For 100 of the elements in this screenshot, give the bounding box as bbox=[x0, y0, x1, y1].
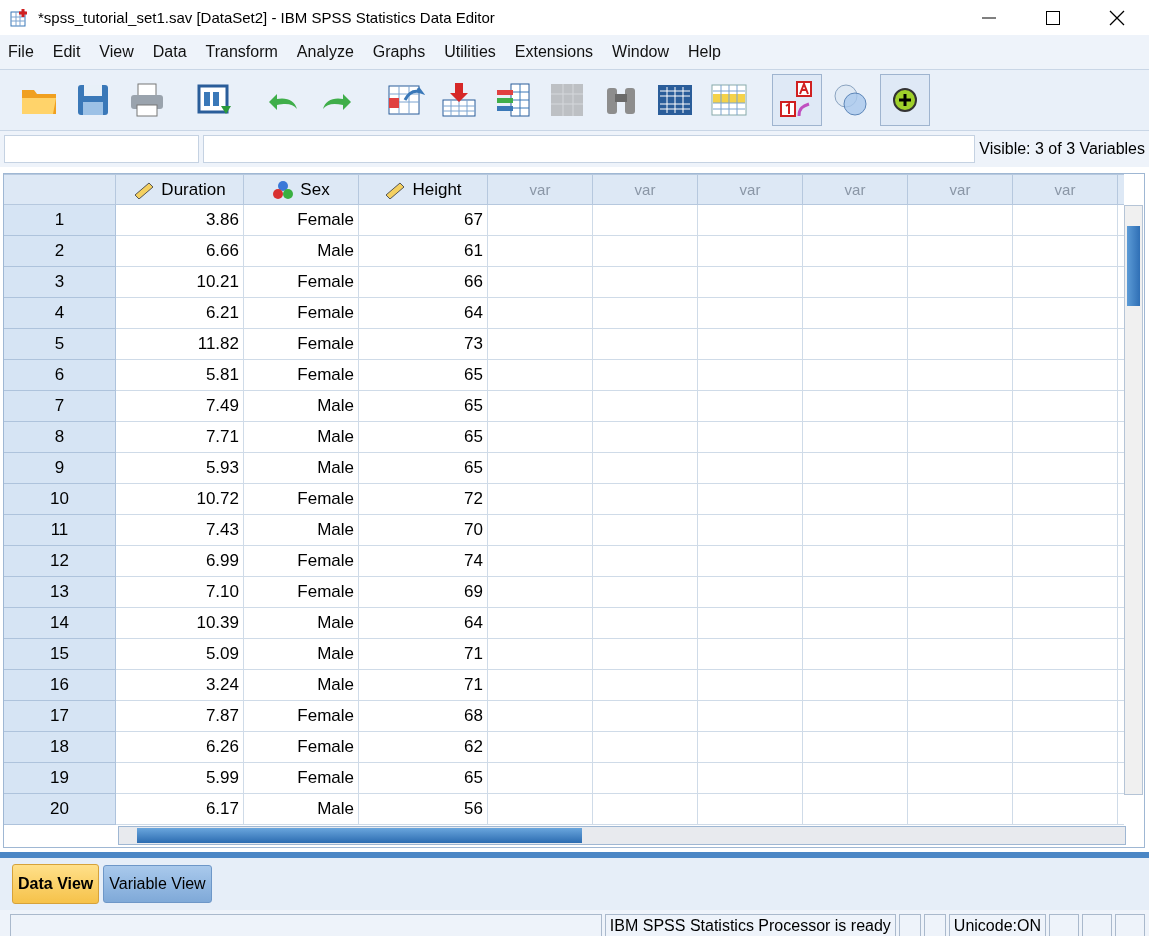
row-number[interactable]: 15 bbox=[4, 639, 116, 670]
menu-item[interactable]: Data bbox=[146, 43, 200, 61]
table-cell: Female bbox=[244, 360, 359, 391]
ruler-icon bbox=[384, 180, 407, 199]
menu-item[interactable]: Extensions bbox=[508, 43, 607, 61]
row-number[interactable]: 14 bbox=[4, 608, 116, 639]
table-cell: Female bbox=[244, 329, 359, 360]
row-number[interactable]: 3 bbox=[4, 267, 116, 298]
app-icon bbox=[10, 7, 30, 28]
table-cell: 66 bbox=[359, 267, 488, 298]
status-message: IBM SPSS Statistics Processor is ready bbox=[604, 914, 896, 936]
table-cell: 11.82 bbox=[116, 329, 244, 360]
row-number[interactable]: 5 bbox=[4, 329, 116, 360]
table-cell: 6.21 bbox=[116, 298, 244, 329]
row-number[interactable]: 10 bbox=[4, 484, 116, 515]
ruler-icon bbox=[133, 180, 156, 199]
menu-item[interactable]: Window bbox=[606, 43, 682, 61]
row-number[interactable]: 6 bbox=[4, 360, 116, 391]
minimize-icon bbox=[982, 16, 996, 19]
table-cell: Female bbox=[244, 484, 359, 515]
table-cell: Male bbox=[244, 515, 359, 546]
row-number[interactable]: 9 bbox=[4, 453, 116, 484]
row-number[interactable]: 11 bbox=[4, 515, 116, 546]
row-number[interactable]: 19 bbox=[4, 763, 116, 794]
menu-item[interactable]: Graphs bbox=[366, 43, 439, 61]
row-number[interactable]: 18 bbox=[4, 732, 116, 763]
cell-value-field[interactable] bbox=[203, 135, 976, 163]
table-cell: 62 bbox=[359, 732, 488, 763]
toolbar-button[interactable] bbox=[880, 74, 930, 126]
cell-reference-field[interactable] bbox=[4, 135, 199, 163]
table-cell: 7.87 bbox=[116, 701, 244, 732]
table-cell: 5.93 bbox=[116, 453, 244, 484]
table-cell: 56 bbox=[359, 794, 488, 825]
column-header[interactable]: Sex bbox=[244, 174, 359, 205]
row-number[interactable]: 1 bbox=[4, 205, 116, 236]
table-cell: Female bbox=[244, 732, 359, 763]
table-arrow-icon bbox=[439, 80, 479, 120]
table-cell: 65 bbox=[359, 391, 488, 422]
status-panel bbox=[923, 914, 946, 936]
table-cell: 7.49 bbox=[116, 391, 244, 422]
table-cell: 64 bbox=[359, 298, 488, 329]
table-cell: 65 bbox=[359, 763, 488, 794]
status-panel bbox=[1082, 914, 1112, 936]
table-cell: 61 bbox=[359, 236, 488, 267]
menu-item[interactable]: Utilities bbox=[438, 43, 509, 61]
table-cell: 6.99 bbox=[116, 546, 244, 577]
table-cell: Male bbox=[244, 608, 359, 639]
table-cell: 3.86 bbox=[116, 205, 244, 236]
row-number[interactable]: 7 bbox=[4, 391, 116, 422]
table-cell: 5.09 bbox=[116, 639, 244, 670]
toolbar-button[interactable] bbox=[772, 74, 822, 126]
table-cell: 67 bbox=[359, 205, 488, 236]
menu-item[interactable]: Edit bbox=[46, 43, 94, 61]
row-number[interactable]: 8 bbox=[4, 422, 116, 453]
table-cell: 6.26 bbox=[116, 732, 244, 763]
table-cell: Female bbox=[244, 267, 359, 298]
row-number[interactable]: 17 bbox=[4, 701, 116, 732]
view-tab[interactable]: Variable View bbox=[103, 865, 212, 903]
menu-item[interactable]: View bbox=[93, 43, 147, 61]
vertical-scrollbar[interactable] bbox=[1124, 205, 1143, 795]
table-cell: Male bbox=[244, 670, 359, 701]
row-number[interactable]: 12 bbox=[4, 546, 116, 577]
table-cell: Female bbox=[244, 205, 359, 236]
table-cell: 64 bbox=[359, 608, 488, 639]
table-cell: 7.71 bbox=[116, 422, 244, 453]
table-cell: 7.10 bbox=[116, 577, 244, 608]
menu-item[interactable]: Transform bbox=[199, 43, 291, 61]
table-cell: Male bbox=[244, 453, 359, 484]
table-cell: Female bbox=[244, 298, 359, 329]
table-cell: 6.66 bbox=[116, 236, 244, 267]
table-cell: 7.43 bbox=[116, 515, 244, 546]
menu-item[interactable]: Help bbox=[682, 43, 734, 61]
row-number[interactable]: 2 bbox=[4, 236, 116, 267]
table-cell: 5.81 bbox=[116, 360, 244, 391]
table-cell: 70 bbox=[359, 515, 488, 546]
horizontal-scrollbar[interactable] bbox=[118, 826, 1126, 845]
menu-item[interactable]: Analyze bbox=[290, 43, 367, 61]
table-cell: 6.17 bbox=[116, 794, 244, 825]
table-cell: Male bbox=[244, 391, 359, 422]
table-cell: 65 bbox=[359, 422, 488, 453]
table-cell: 10.72 bbox=[116, 484, 244, 515]
status-panel bbox=[898, 914, 921, 936]
column-header[interactable]: Duration bbox=[116, 174, 244, 205]
menu-item[interactable]: File bbox=[2, 43, 47, 61]
visible-variables-label: Visible: 3 of 3 Variables bbox=[979, 140, 1145, 158]
table-cell: Female bbox=[244, 763, 359, 794]
close-icon bbox=[1109, 9, 1125, 26]
column-header[interactable]: Height bbox=[359, 174, 488, 205]
table-cell: Female bbox=[244, 546, 359, 577]
row-number[interactable]: 13 bbox=[4, 577, 116, 608]
row-number[interactable]: 16 bbox=[4, 670, 116, 701]
row-number[interactable]: 20 bbox=[4, 794, 116, 825]
table-cell: Male bbox=[244, 639, 359, 670]
view-tab[interactable]: Data View bbox=[12, 864, 100, 904]
column-header bbox=[1118, 174, 1124, 205]
table-cell: 74 bbox=[359, 546, 488, 577]
window-title: *spss_tutorial_set1.sav [DataSet2] - IBM SPSS Statistics Data Editor bbox=[38, 9, 496, 26]
table-cell: Male bbox=[244, 794, 359, 825]
row-number[interactable]: 4 bbox=[4, 298, 116, 329]
table-cell: 10.21 bbox=[116, 267, 244, 298]
